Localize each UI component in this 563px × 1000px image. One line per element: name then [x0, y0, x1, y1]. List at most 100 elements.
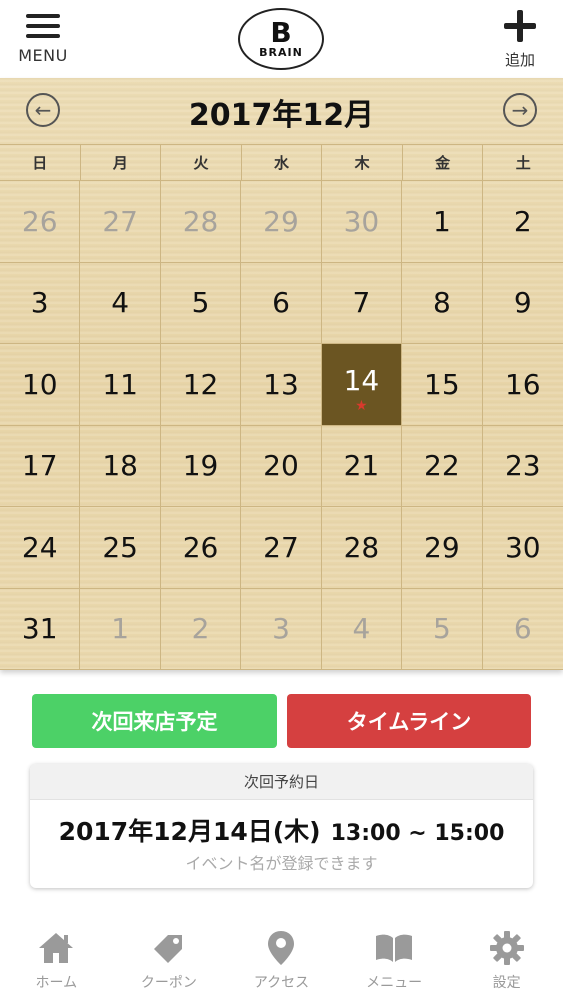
day-number: 20	[263, 449, 299, 483]
day-cell[interactable]: 16	[482, 344, 563, 426]
day-number: 4	[111, 286, 130, 320]
logo-text: BRAIN	[259, 45, 303, 59]
day-number: 24	[21, 530, 58, 564]
weekday-sun: 日	[0, 145, 81, 180]
day-number: 27	[102, 204, 138, 238]
day-cell-selected[interactable]: 14 ★	[321, 344, 403, 426]
day-number: 30	[504, 530, 541, 564]
day-cell[interactable]: 27	[80, 181, 161, 263]
day-cell[interactable]: 24	[0, 507, 81, 589]
day-number: 30	[343, 204, 380, 238]
reservation-datetime: 2017年12月14日(木) 13:00 ~ 15:00	[30, 812, 533, 848]
tag-icon	[149, 928, 189, 968]
day-number: 28	[182, 204, 219, 238]
day-cell[interactable]: 21	[321, 425, 403, 507]
app-header: MENU B BRAIN 追加	[0, 0, 563, 78]
day-cell[interactable]: 27	[241, 507, 322, 589]
day-cell[interactable]: 31	[0, 588, 81, 670]
home-icon	[36, 928, 76, 968]
day-cell[interactable]: 5	[160, 262, 242, 344]
day-number: 9	[513, 286, 532, 320]
day-cell[interactable]: 17	[0, 425, 81, 507]
day-number: 17	[21, 449, 58, 483]
day-cell[interactable]: 2	[482, 181, 563, 263]
day-number: 11	[102, 367, 138, 401]
day-cell[interactable]: 22	[402, 425, 483, 507]
day-number: 14	[343, 363, 380, 397]
day-cell[interactable]: 30	[482, 507, 563, 589]
timeline-button[interactable]: タイムライン	[287, 694, 531, 748]
day-number: 6	[513, 612, 532, 646]
day-cell[interactable]: 25	[80, 507, 161, 589]
day-number: 2	[191, 612, 210, 646]
day-number: 29	[263, 204, 299, 238]
day-cell[interactable]: 13	[241, 344, 322, 426]
add-label: 追加	[504, 51, 535, 69]
day-number: 3	[30, 286, 49, 320]
nav-access[interactable]: アクセス	[225, 918, 338, 1000]
day-cell[interactable]: 18	[80, 425, 161, 507]
reservation-event-note: イベント名が登録できます	[185, 854, 378, 873]
nav-settings[interactable]: 設定	[450, 918, 563, 1000]
day-cell[interactable]: 23	[482, 426, 563, 507]
reservation-date: 2017年12月14日(木)	[58, 817, 321, 846]
brand-logo[interactable]: B BRAIN	[238, 8, 324, 70]
next-month-button[interactable]: →	[503, 93, 537, 127]
day-cell[interactable]: 5	[402, 588, 483, 670]
day-number: 10	[21, 367, 58, 401]
day-number: 5	[432, 612, 451, 646]
day-cell[interactable]: 4	[80, 262, 161, 344]
next-visit-button[interactable]: 次回来店予定	[32, 694, 277, 748]
day-number: 1	[432, 204, 451, 238]
book-icon	[374, 928, 414, 968]
weekday-sat: 土	[515, 154, 531, 172]
day-cell[interactable]: 3	[0, 262, 81, 344]
day-number: 28	[343, 530, 380, 564]
hamburger-icon	[26, 12, 60, 40]
day-cell[interactable]: 29	[241, 181, 322, 263]
nav-label: メニュー	[366, 975, 423, 991]
nav-menu[interactable]: メニュー	[338, 918, 451, 1000]
nav-label: 設定	[492, 975, 521, 991]
day-cell[interactable]: 2	[160, 588, 242, 670]
day-cell[interactable]: 9	[482, 263, 563, 344]
day-cell[interactable]: 3	[241, 588, 322, 670]
day-cell[interactable]: 28	[160, 181, 242, 263]
day-cell[interactable]: 6	[241, 262, 322, 344]
day-cell[interactable]: 11	[80, 344, 161, 426]
day-number: 4	[352, 612, 371, 646]
day-cell[interactable]: 4	[321, 588, 403, 670]
reservation-card[interactable]: 次回予約日 2017年12月14日(木) 13:00 ~ 15:00 イベント名が…	[30, 764, 533, 888]
bottom-nav: ホーム クーポン アクセス メニュー 設定	[0, 918, 563, 1000]
nav-home[interactable]: ホーム	[0, 918, 113, 1000]
nav-coupon[interactable]: クーポン	[113, 918, 226, 1000]
day-cell[interactable]: 26	[0, 181, 81, 263]
day-number: 29	[424, 530, 460, 564]
day-cell[interactable]: 19	[160, 425, 242, 507]
day-cell[interactable]: 7	[321, 262, 403, 344]
day-cell[interactable]: 20	[241, 425, 322, 507]
day-cell[interactable]: 1	[402, 181, 483, 263]
event-star-icon: ★	[355, 397, 368, 414]
day-number: 5	[191, 286, 210, 320]
weekday-mon: 月	[81, 145, 162, 180]
day-cell[interactable]: 28	[321, 507, 403, 589]
day-cell[interactable]: 8	[402, 262, 483, 344]
day-cell[interactable]: 12	[160, 344, 242, 426]
day-cell[interactable]: 29	[402, 507, 483, 589]
day-cell[interactable]: 1	[80, 588, 161, 670]
day-cell[interactable]: 26	[160, 507, 242, 589]
day-number: 8	[432, 286, 451, 320]
day-cell[interactable]: 6	[482, 589, 563, 670]
weekday-row: 日 月 火 水 木 金 土	[0, 144, 563, 180]
nav-label: クーポン	[140, 975, 197, 991]
nav-label: アクセス	[253, 975, 310, 991]
day-cell[interactable]: 15	[402, 344, 483, 426]
weekday-fri: 金	[403, 145, 484, 180]
day-cell[interactable]: 10	[0, 344, 81, 426]
add-button[interactable]: 追加	[495, 10, 545, 70]
day-cell[interactable]: 30	[321, 181, 403, 263]
menu-button[interactable]: MENU	[12, 10, 74, 70]
weekday-thu: 木	[322, 145, 403, 180]
menu-label: MENU	[18, 46, 68, 65]
